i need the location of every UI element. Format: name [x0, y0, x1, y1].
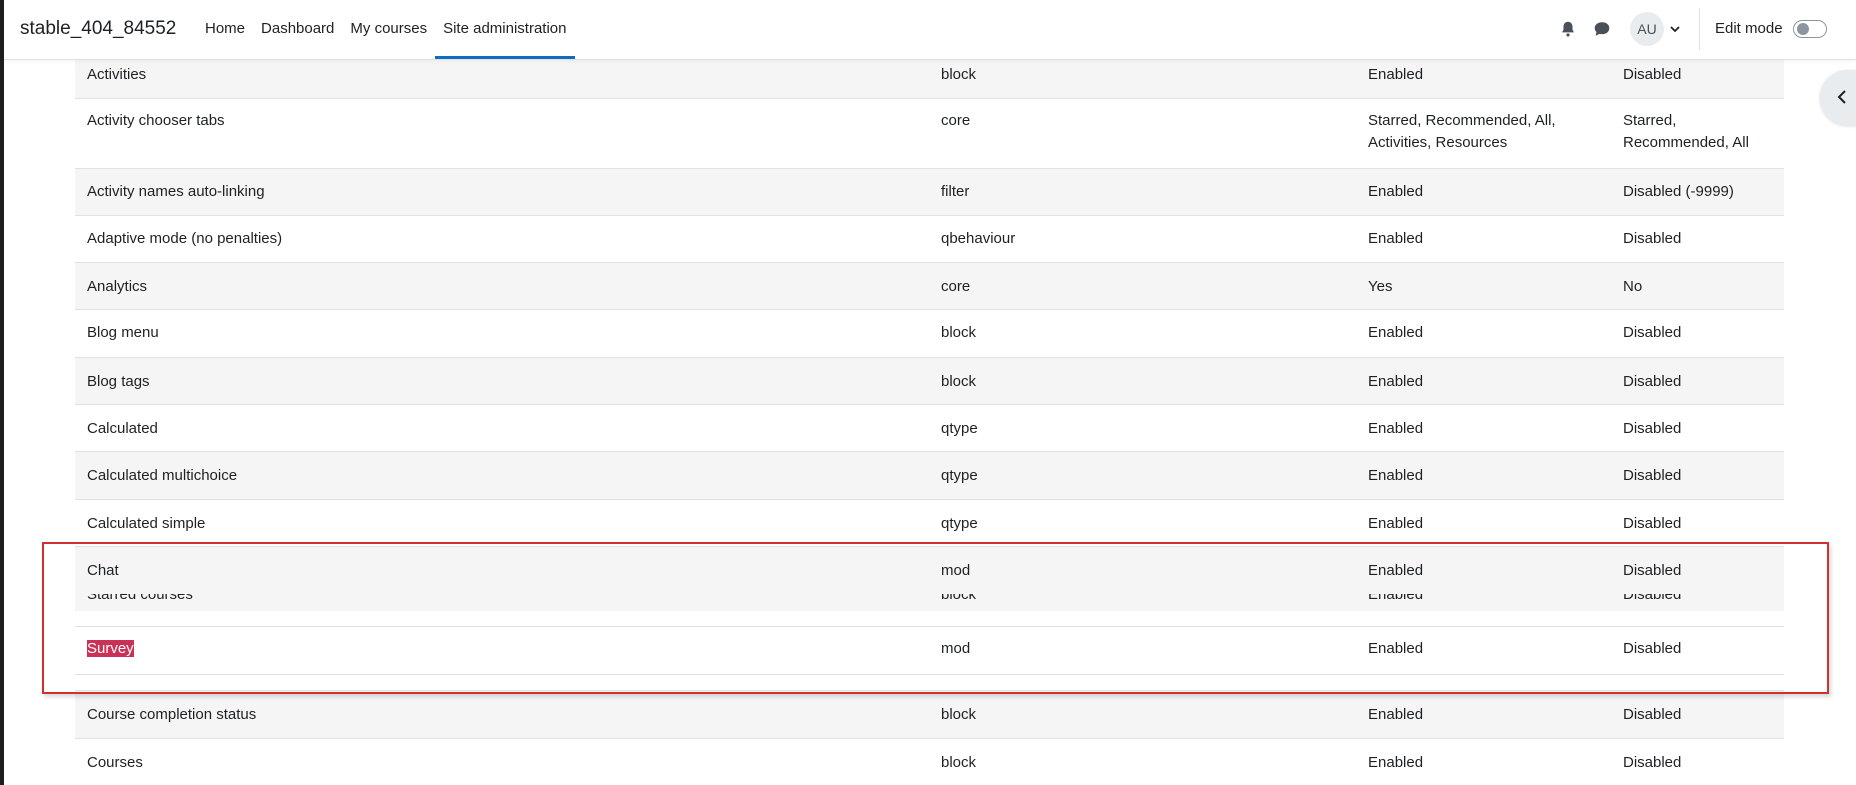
table-row: Activity chooser tabs core Starred, Reco…: [75, 98, 1784, 168]
current-value: Enabled: [1368, 324, 1424, 341]
open-drawer-button[interactable]: [1820, 70, 1856, 125]
edit-mode-toggle[interactable]: [1793, 20, 1827, 38]
default-value: Disabled: [1623, 754, 1682, 771]
plugin-name: Blog menu: [87, 324, 159, 341]
plugin-name: Calculated multichoice: [87, 467, 238, 484]
nav-dashboard[interactable]: Dashboard: [253, 0, 342, 59]
edit-mode-label: Edit mode: [1715, 20, 1783, 37]
primary-navigation: Home Dashboard My courses Site administr…: [197, 0, 575, 59]
plugin-name: Course completion status: [87, 706, 257, 723]
current-value: Enabled: [1368, 183, 1424, 200]
plugin-type: block: [941, 324, 977, 341]
plugin-name: Activities: [87, 66, 147, 83]
default-value: Starred, Recommended, All: [1623, 112, 1749, 151]
table-row: Course completion status block Enabled D…: [75, 690, 1784, 738]
user-avatar[interactable]: AU: [1630, 12, 1664, 46]
plugin-type: qbehaviour: [941, 230, 1016, 247]
table-row: Blog menu block Enabled Disabled: [75, 309, 1784, 357]
nav-my-courses[interactable]: My courses: [342, 0, 435, 59]
plugin-name: Analytics: [87, 278, 148, 295]
table-row: Blog tags block Enabled Disabled: [75, 357, 1784, 404]
table-row: Calculated qtype Enabled Disabled: [75, 404, 1784, 451]
nav-site-administration[interactable]: Site administration: [435, 0, 575, 59]
default-value: Disabled: [1623, 373, 1682, 390]
default-value: Disabled: [1623, 66, 1682, 83]
nav-home[interactable]: Home: [197, 0, 253, 59]
plugin-type: qtype: [941, 515, 978, 532]
current-value: Enabled: [1368, 66, 1424, 83]
current-value: Enabled: [1368, 230, 1424, 247]
top-navbar: stable_404_84552 Home Dashboard My cours…: [4, 0, 1856, 60]
selection-outline: [42, 542, 1829, 694]
plugin-type: block: [941, 754, 977, 771]
table-row: Activities block Enabled Disabled: [75, 59, 1784, 98]
notifications-bell-icon[interactable]: [1559, 20, 1577, 38]
current-value: Enabled: [1368, 467, 1424, 484]
default-value: Disabled: [1623, 706, 1682, 723]
current-value: Enabled: [1368, 373, 1424, 390]
messages-chat-icon[interactable]: [1593, 20, 1611, 38]
current-value: Enabled: [1368, 706, 1424, 723]
table-row: Adaptive mode (no penalties) qbehaviour …: [75, 215, 1784, 262]
table-row: Activity names auto-linking filter Enabl…: [75, 168, 1784, 215]
navbar-divider: [1699, 8, 1700, 50]
plugin-type: block: [941, 373, 977, 390]
plugin-name: Adaptive mode (no penalties): [87, 230, 283, 247]
plugin-name: Activity chooser tabs: [87, 112, 225, 129]
chevron-left-icon: [1837, 90, 1846, 104]
current-value: Enabled: [1368, 754, 1424, 771]
default-value: Disabled: [1623, 420, 1682, 437]
plugin-type: block: [941, 66, 977, 83]
toggle-knob: [1797, 23, 1809, 35]
current-value: Starred, Recommended, All, Activities, R…: [1368, 112, 1556, 151]
plugin-name: Calculated simple: [87, 515, 206, 532]
plugin-name: Courses: [87, 754, 143, 771]
default-value: Disabled: [1623, 467, 1682, 484]
plugin-name: Calculated: [87, 420, 158, 437]
plugin-name: Activity names auto-linking: [87, 183, 265, 200]
default-value: Disabled: [1623, 515, 1682, 532]
current-value: Enabled: [1368, 420, 1424, 437]
current-value: Enabled: [1368, 515, 1424, 532]
table-row: Calculated simple qtype Enabled Disabled: [75, 499, 1784, 546]
chevron-down-icon[interactable]: [1669, 24, 1681, 34]
plugin-type: qtype: [941, 420, 978, 437]
plugin-type: qtype: [941, 467, 978, 484]
plugin-type: filter: [941, 183, 970, 200]
site-name[interactable]: stable_404_84552: [20, 18, 176, 40]
plugin-type: core: [941, 278, 971, 295]
plugin-name: Blog tags: [87, 373, 150, 390]
current-value: Yes: [1368, 278, 1393, 295]
table-row: Courses block Enabled Disabled: [75, 738, 1784, 785]
default-value: Disabled: [1623, 230, 1682, 247]
window-edge: [0, 0, 4, 785]
default-value: Disabled: [1623, 324, 1682, 341]
plugin-type: core: [941, 112, 971, 129]
default-value: No: [1623, 278, 1643, 295]
default-value: Disabled (-9999): [1623, 183, 1734, 200]
plugin-type: block: [941, 706, 977, 723]
table-row: Analytics core Yes No: [75, 262, 1784, 309]
table-row: Calculated multichoice qtype Enabled Dis…: [75, 451, 1784, 499]
